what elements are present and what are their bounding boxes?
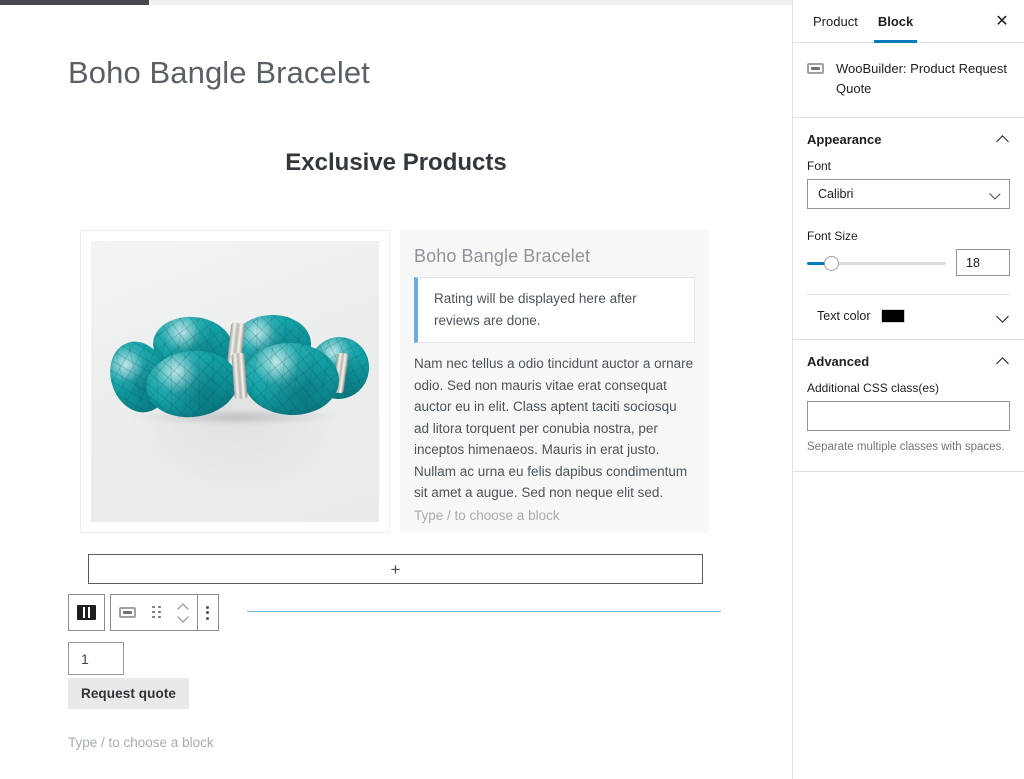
slider-thumb[interactable] [823, 255, 839, 271]
block-options-button[interactable] [198, 595, 218, 630]
text-color-label: Text color [817, 309, 871, 323]
quantity-input[interactable] [68, 642, 124, 675]
chevron-down-icon [990, 190, 1001, 198]
chevron-up-icon[interactable] [997, 357, 1010, 366]
default-block-appender-placeholder[interactable]: Type / to choose a block [68, 735, 214, 750]
block-appender[interactable]: + [88, 554, 703, 584]
request-quote-button[interactable]: Request quote [68, 678, 189, 709]
text-color-swatch[interactable] [880, 309, 905, 323]
chevron-up-icon[interactable] [178, 604, 189, 611]
appearance-panel-title: Appearance [807, 132, 882, 147]
post-title[interactable]: Boho Bangle Bracelet [68, 55, 370, 91]
tab-product[interactable]: Product [803, 0, 868, 43]
block-insertion-line [247, 611, 721, 612]
tab-block[interactable]: Block [868, 0, 923, 43]
app-window: Boho Bangle Bracelet Exclusive Products [0, 0, 1024, 779]
font-size-label: Font Size [807, 229, 858, 243]
close-icon[interactable]: ✕ [992, 12, 1012, 32]
text-color-row[interactable]: Text color [807, 295, 1010, 323]
chevron-down-icon[interactable] [178, 614, 189, 621]
appearance-panel: Appearance Font Calibri Font Size 18 Tex… [793, 118, 1024, 340]
chevron-up-icon[interactable] [997, 135, 1010, 144]
product-title[interactable]: Boho Bangle Bracelet [414, 246, 695, 267]
plus-icon: + [390, 559, 401, 579]
advanced-panel: Advanced Additional CSS class(es) Separa… [793, 340, 1024, 472]
appearance-panel-body: Font Calibri Font Size 18 Text color [793, 159, 1024, 339]
advanced-panel-body: Additional CSS class(es) Separate multip… [793, 381, 1024, 471]
product-description[interactable]: Nam nec tellus a odio tincidunt auctor a… [414, 353, 695, 504]
font-size-input[interactable]: 18 [956, 249, 1010, 276]
woobuilder-block-icon [119, 607, 136, 618]
chevron-down-icon[interactable] [997, 312, 1010, 321]
additional-css-label: Additional CSS class(es) [807, 381, 940, 395]
font-size-control[interactable]: 18 [807, 249, 1010, 276]
additional-css-input[interactable] [807, 401, 1010, 431]
font-label: Font [807, 159, 832, 173]
block-toolbar-main[interactable] [110, 594, 219, 631]
media-and-text-icon [77, 605, 96, 620]
font-select[interactable]: Calibri [807, 179, 1010, 209]
section-heading[interactable]: Exclusive Products [68, 149, 724, 177]
move-block-buttons[interactable] [170, 595, 197, 630]
font-size-slider[interactable] [807, 253, 946, 273]
columns-block[interactable]: Boho Bangle Bracelet Rating will be disp… [80, 230, 709, 533]
product-image[interactable] [91, 241, 379, 522]
advanced-panel-header[interactable]: Advanced [793, 340, 1024, 381]
select-parent-block-button[interactable] [68, 594, 105, 631]
drag-handle-button[interactable] [144, 595, 170, 630]
sidebar-tabs[interactable]: Product Block ✕ [793, 0, 1024, 43]
selected-block-label: WooBuilder: Product Request Quote [836, 61, 1008, 96]
rating-placeholder-text: Rating will be displayed here after revi… [434, 291, 637, 328]
settings-sidebar[interactable]: Product Block ✕ WooBuilder: Product Requ… [792, 0, 1024, 779]
block-type-button[interactable] [111, 595, 144, 630]
advanced-panel-title: Advanced [807, 354, 870, 369]
drag-handle-icon [152, 605, 162, 620]
font-select-value: Calibri [818, 187, 854, 201]
column-details[interactable]: Boho Bangle Bracelet Rating will be disp… [400, 230, 709, 533]
column-image[interactable] [80, 230, 390, 533]
selected-block-card: WooBuilder: Product Request Quote [793, 43, 1024, 118]
column-block-placeholder[interactable]: Type / to choose a block [414, 508, 560, 523]
editor-canvas[interactable]: Boho Bangle Bracelet Exclusive Products [0, 5, 792, 779]
additional-css-help: Separate multiple classes with spaces. [807, 441, 1005, 453]
movers-group [178, 604, 189, 621]
font-size-value: 18 [966, 255, 980, 270]
kebab-menu-icon [206, 605, 210, 621]
woobuilder-block-icon [807, 61, 824, 79]
block-toolbar[interactable] [68, 594, 219, 631]
rating-placeholder-box[interactable]: Rating will be displayed here after revi… [414, 277, 695, 343]
appearance-panel-header[interactable]: Appearance [793, 118, 1024, 159]
